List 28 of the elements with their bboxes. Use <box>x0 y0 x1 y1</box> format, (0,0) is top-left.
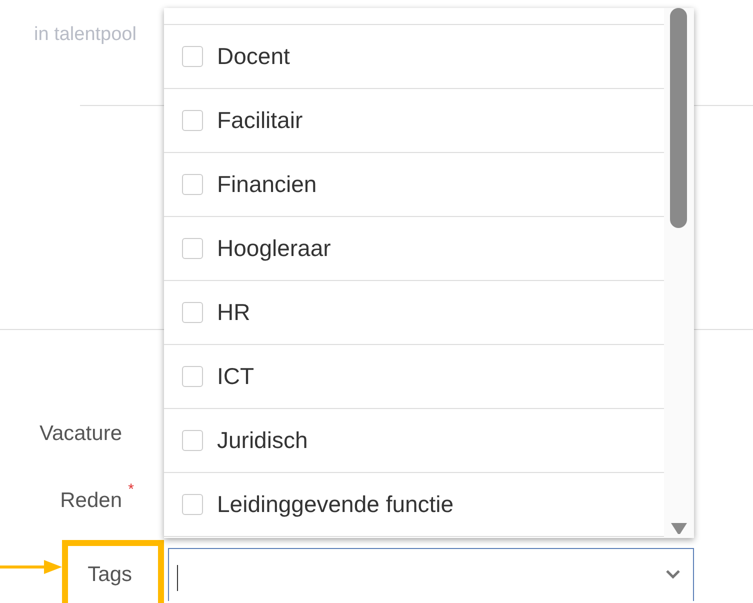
tags-field[interactable] <box>168 548 694 601</box>
scroll-down-icon[interactable] <box>670 522 688 535</box>
field-label: Vacature <box>40 422 122 446</box>
dropdown-option[interactable]: HR <box>164 281 664 345</box>
required-mark: * <box>128 480 134 498</box>
checkbox[interactable] <box>182 302 203 323</box>
checkbox[interactable] <box>182 46 203 67</box>
checkbox[interactable] <box>182 110 203 131</box>
scrollbar[interactable] <box>664 8 694 538</box>
talentpool-text: in talentpool <box>34 24 136 46</box>
pointer-arrow <box>0 559 62 575</box>
scrollbar-thumb[interactable] <box>670 8 687 228</box>
chevron-down-icon[interactable] <box>666 570 680 579</box>
dropdown-option[interactable]: Docent <box>164 25 664 89</box>
field-label: Reden <box>60 488 122 512</box>
dropdown-option[interactable]: Leidinggevende functie <box>164 473 664 537</box>
field-label: Tags <box>88 562 132 586</box>
dropdown-option[interactable]: Financien <box>164 153 664 217</box>
checkbox[interactable] <box>182 494 203 515</box>
checkbox[interactable] <box>182 366 203 387</box>
dropdown-option[interactable]: Hoogleraar <box>164 217 664 281</box>
checkbox[interactable] <box>182 430 203 451</box>
dropdown-option[interactable]: ICT <box>164 345 664 409</box>
dropdown-option[interactable]: Juridisch <box>164 409 664 473</box>
checkbox[interactable] <box>182 238 203 259</box>
checkbox[interactable] <box>182 174 203 195</box>
dropdown-option[interactable]: Facilitair <box>164 89 664 153</box>
text-cursor <box>177 565 178 591</box>
